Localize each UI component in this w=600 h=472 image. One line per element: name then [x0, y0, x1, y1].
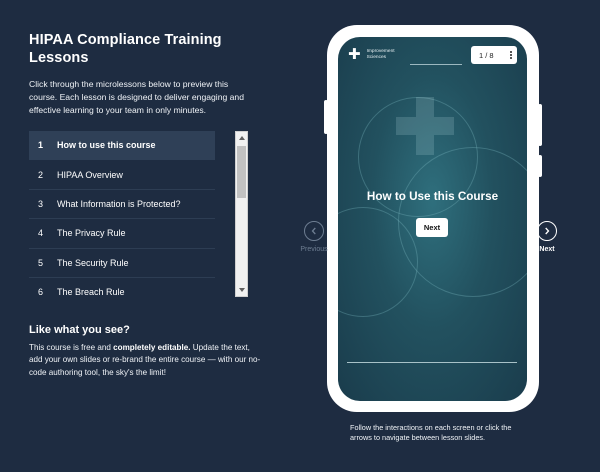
- next-slide-nav[interactable]: Next: [533, 221, 561, 253]
- lesson-item-3[interactable]: 3 What Information is Protected?: [29, 190, 215, 220]
- intro-text: Click through the microlessons below to …: [29, 79, 244, 115]
- logo-text: Improvement Sciences: [367, 49, 395, 61]
- slide-title: How to Use this Course: [366, 190, 499, 203]
- phone-side-button: [538, 104, 542, 146]
- lesson-item-2[interactable]: 2 HIPAA Overview: [29, 160, 215, 190]
- like-section: Like what you see? This course is free a…: [29, 324, 261, 379]
- lesson-label: What Information is Protected?: [57, 198, 181, 209]
- logo-text-line: Sciences: [366, 55, 387, 60]
- slide-next-button[interactable]: Next: [416, 218, 448, 237]
- scroll-up-arrow-icon[interactable]: [236, 132, 247, 144]
- slide-progress-bar: [347, 362, 517, 363]
- page-title: HIPAA Compliance Training Lessons: [29, 32, 222, 66]
- phone-side-button: [324, 100, 328, 134]
- lesson-label: The Breach Rule: [57, 287, 125, 297]
- chevron-right-icon[interactable]: [537, 221, 557, 241]
- lesson-item-6[interactable]: 6 The Breach Rule: [29, 278, 215, 297]
- lesson-list: 1 How to use this course 2 HIPAA Overvie…: [29, 131, 215, 297]
- previous-label: Previous: [300, 246, 328, 253]
- navigation-instructions: Follow the interactions on each screen o…: [350, 423, 512, 443]
- like-text-bold: completely editable.: [113, 343, 191, 352]
- lesson-number: 6: [38, 287, 44, 297]
- medical-cross-icon: [396, 97, 454, 155]
- lesson-label: The Security Rule: [57, 257, 129, 268]
- slide-pager[interactable]: 1 / 8: [471, 46, 517, 64]
- improvement-sciences-logo: ✚ Improvement Sciences: [348, 46, 395, 63]
- lesson-number: 1: [38, 140, 44, 151]
- scrollbar-thumb[interactable]: [237, 146, 246, 198]
- lesson-item-4[interactable]: 4 The Privacy Rule: [29, 219, 215, 249]
- lesson-list-container: 1 How to use this course 2 HIPAA Overvie…: [29, 131, 248, 297]
- lesson-label: How to use this course: [57, 140, 156, 151]
- lesson-item-1[interactable]: 1 How to use this course: [29, 131, 215, 161]
- like-text-part: This course is free and: [29, 343, 114, 352]
- next-label: Next: [539, 246, 555, 253]
- lesson-item-5[interactable]: 5 The Security Rule: [29, 249, 215, 278]
- header-divider: [410, 64, 462, 65]
- lesson-number: 2: [38, 169, 44, 180]
- phone-side-button: [538, 155, 542, 177]
- phone-screen: ✚ Improvement Sciences 1 / 8 How to Use …: [338, 37, 527, 401]
- intro-section: HIPAA Compliance Training Lessons Click …: [29, 31, 251, 116]
- chevron-left-icon[interactable]: [304, 221, 324, 241]
- previous-slide-nav[interactable]: Previous: [297, 221, 331, 253]
- scroll-down-arrow-icon[interactable]: [236, 284, 247, 296]
- slide-counter: 1 / 8: [479, 50, 494, 60]
- plus-icon: ✚: [348, 46, 361, 63]
- lesson-number: 3: [38, 198, 44, 209]
- logo-text-line: Improvement: [366, 49, 395, 54]
- lesson-label: HIPAA Overview: [57, 169, 123, 180]
- like-text: This course is free and completely edita…: [29, 342, 261, 379]
- lesson-number: 5: [38, 257, 44, 268]
- vertical-dots-icon[interactable]: [510, 50, 512, 60]
- like-heading: Like what you see?: [29, 324, 130, 336]
- lesson-scrollbar[interactable]: [235, 131, 248, 297]
- lesson-label: The Privacy Rule: [57, 228, 126, 239]
- lesson-number: 4: [38, 228, 44, 239]
